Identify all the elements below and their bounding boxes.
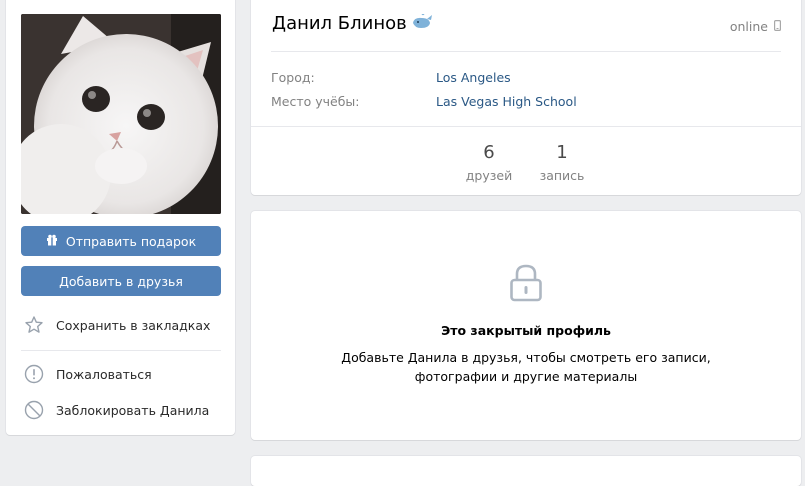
mobile-phone-icon (774, 19, 782, 34)
info-value-link[interactable]: Las Vegas High School (436, 94, 577, 109)
add-friend-button[interactable]: Добавить в друзья (21, 266, 221, 296)
posts-counter[interactable]: 1 запись (535, 142, 589, 183)
lock-icon (509, 263, 543, 307)
divider (271, 51, 781, 52)
profile-sidebar: Отправить подарок Добавить в друзья Сохр… (6, 0, 235, 435)
profile-name: Данил Блинов (272, 13, 407, 34)
info-row-education: Место учёбы: Las Vegas High School (271, 94, 577, 109)
info-label: Город: (271, 70, 315, 85)
description-line: Добавьте Данила в друзья, чтобы смотреть… (341, 350, 711, 365)
friends-counter[interactable]: 6 друзей (459, 142, 519, 183)
send-gift-button[interactable]: Отправить подарок (21, 226, 221, 256)
online-label: online (729, 19, 768, 34)
report-label: Пожаловаться (56, 366, 152, 382)
add-friend-label: Добавить в друзья (59, 273, 183, 289)
description-line: фотографии и другие материалы (414, 369, 638, 384)
private-profile-title: Это закрытый профиль (441, 323, 611, 338)
online-status: online (729, 19, 782, 34)
divider (21, 350, 221, 351)
gift-icon (46, 234, 58, 249)
block-label: Заблокировать Данила (56, 402, 210, 418)
info-value-link[interactable]: Los Angeles (436, 70, 511, 85)
whale-emoji-icon (411, 13, 433, 34)
star-icon (23, 314, 45, 336)
block-icon (23, 399, 45, 421)
bookmark-action[interactable]: Сохранить в закладках (23, 313, 210, 337)
info-label: Место учёбы: (271, 94, 360, 109)
send-gift-label: Отправить подарок (65, 233, 197, 249)
page-title: Данил Блинов (272, 13, 433, 34)
report-action[interactable]: Пожаловаться (23, 362, 152, 386)
bookmark-label: Сохранить в закладках (56, 317, 211, 333)
avatar[interactable] (21, 14, 221, 214)
counter-value: 1 (556, 142, 568, 163)
private-profile-card: Это закрытый профиль Добавьте Данила в д… (251, 211, 801, 440)
exclamation-circle-icon (23, 363, 45, 385)
info-row-city: Город: Los Angeles (271, 70, 511, 85)
counter-label: друзей (465, 168, 513, 183)
divider (251, 126, 801, 127)
private-profile-description: Добавьте Данила в друзья, чтобы смотреть… (251, 348, 801, 386)
profile-info-card: Данил Блинов online Город: Los Angeles Ме… (251, 0, 801, 195)
block-action[interactable]: Заблокировать Данила (23, 398, 209, 422)
counter-label: запись (539, 168, 585, 183)
avatar-image (21, 14, 221, 214)
counter-value: 6 (483, 142, 495, 163)
next-card (251, 456, 801, 486)
